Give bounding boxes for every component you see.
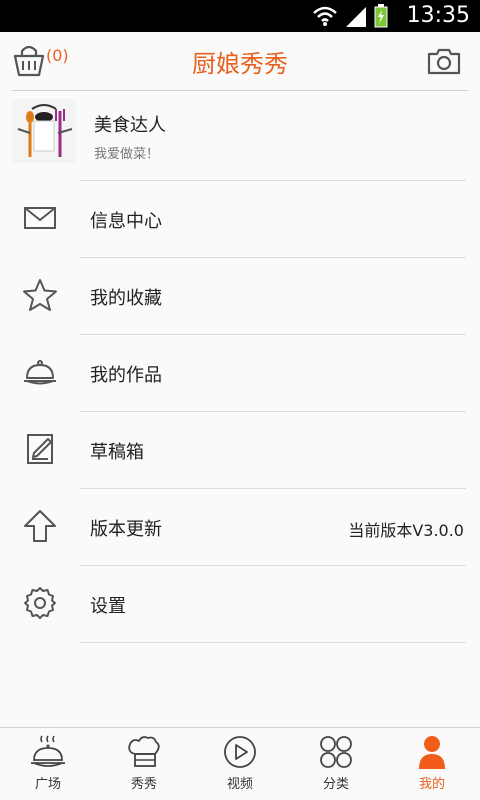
tab-video[interactable]: 视频 xyxy=(192,728,288,800)
upload-icon xyxy=(24,510,56,542)
signal-icon xyxy=(346,7,366,27)
tab-label: 广场 xyxy=(34,777,61,792)
menu-item-drafts[interactable]: 草稿箱 xyxy=(27,411,466,488)
chef-hat-icon xyxy=(128,736,160,767)
camera-icon[interactable] xyxy=(426,46,462,76)
tab-label: 视频 xyxy=(226,777,253,792)
tab-xiuxiu[interactable]: 秀秀 xyxy=(96,728,192,800)
status-icons xyxy=(312,4,388,28)
tab-label: 秀秀 xyxy=(130,777,157,792)
avatar[interactable] xyxy=(12,99,76,163)
wifi-icon xyxy=(313,6,337,26)
profile-signature: 我爱做菜！ xyxy=(94,147,160,162)
settings-menu: 信息中心 我的收藏 我的作品 草稿箱 版本更新 当前版本V3.0.0 设置 xyxy=(0,180,480,643)
clock: 13:35 xyxy=(406,3,470,28)
menu-item-label: 我的收藏 xyxy=(90,288,162,309)
person-icon xyxy=(419,736,445,769)
menu-item-label: 设置 xyxy=(90,596,126,617)
menu-item-label: 信息中心 xyxy=(90,211,162,232)
menu-item-settings[interactable]: 设置 xyxy=(24,565,466,642)
dish-icon xyxy=(24,360,56,385)
gear-icon xyxy=(24,587,56,619)
tab-category[interactable]: 分类 xyxy=(288,728,384,800)
menu-item-favorites[interactable]: 我的收藏 xyxy=(23,257,466,334)
tab-plaza[interactable]: 广场 xyxy=(0,728,96,800)
menu-item-label: 草稿箱 xyxy=(90,442,144,463)
menu-item-label: 我的作品 xyxy=(90,365,162,386)
star-icon xyxy=(23,279,57,311)
page-title: 厨娘秀秀 xyxy=(192,50,288,78)
profile-name: 美食达人 xyxy=(94,115,166,136)
menu-item-label: 版本更新 xyxy=(90,519,162,540)
bottom-tab-bar: 广场 秀秀 视频 分类 我的 xyxy=(0,727,480,800)
play-icon xyxy=(224,736,256,768)
profile-card[interactable]: 美食达人 我爱做菜！ xyxy=(0,91,480,179)
mail-icon xyxy=(24,207,56,229)
battery-icon xyxy=(374,4,388,28)
plaza-icon xyxy=(31,735,65,767)
status-bar: 13:35 xyxy=(0,0,480,32)
menu-item-works[interactable]: 我的作品 xyxy=(24,334,466,411)
menu-divider xyxy=(80,642,466,643)
menu-item-messages[interactable]: 信息中心 xyxy=(24,180,466,257)
tab-label: 我的 xyxy=(418,777,445,792)
version-text: 当前版本V3.0.0 xyxy=(348,521,464,540)
tab-label: 分类 xyxy=(322,777,349,792)
tab-mine[interactable]: 我的 xyxy=(384,728,480,800)
draft-icon xyxy=(27,434,53,464)
top-bar: (0) 厨娘秀秀 xyxy=(0,32,480,90)
category-icon xyxy=(320,736,352,768)
menu-item-update[interactable]: 版本更新 当前版本V3.0.0 xyxy=(24,488,466,565)
